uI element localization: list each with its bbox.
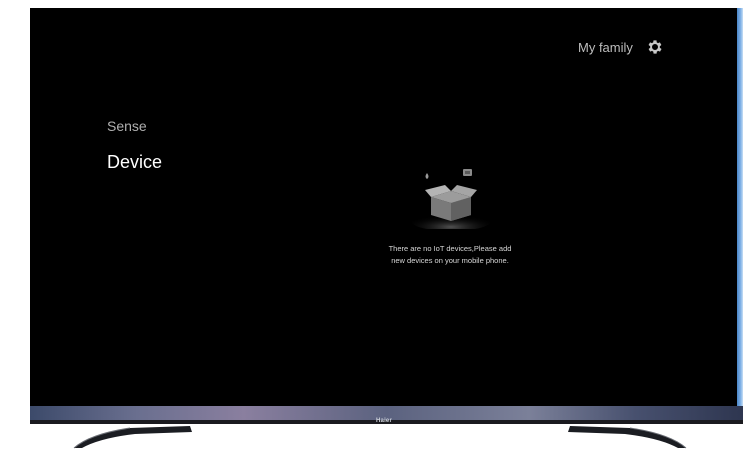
empty-message-line-1: There are no IoT devices,Please add bbox=[388, 244, 512, 253]
side-nav: Sense Device bbox=[107, 118, 162, 173]
brand-logo: Haier bbox=[376, 418, 393, 424]
nav-item-device[interactable]: Device bbox=[107, 152, 162, 173]
empty-box-icon bbox=[411, 169, 491, 229]
tv-screen bbox=[30, 8, 737, 406]
tv-photo-frame: My family Sense Device There are no IoT … bbox=[0, 0, 750, 456]
tv-side-edge bbox=[737, 8, 743, 408]
gear-icon[interactable] bbox=[646, 38, 664, 56]
tv-stand-right bbox=[568, 426, 687, 449]
empty-message-line-2: new devices on your mobile phone. bbox=[391, 256, 509, 265]
family-selector[interactable]: My family bbox=[578, 40, 633, 55]
tv-stand-left bbox=[73, 426, 192, 449]
nav-item-sense[interactable]: Sense bbox=[107, 118, 162, 134]
empty-state-message: There are no IoT devices,Please add new … bbox=[360, 243, 540, 267]
